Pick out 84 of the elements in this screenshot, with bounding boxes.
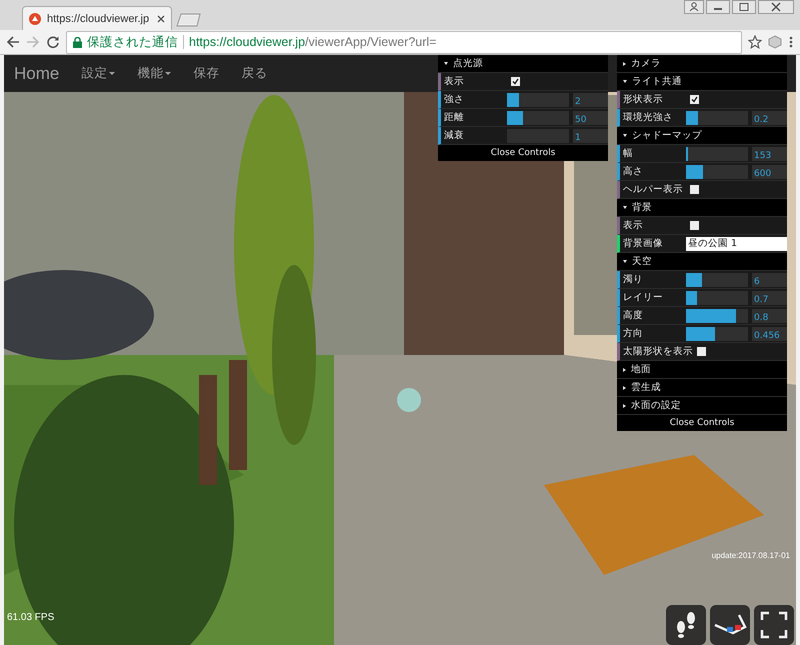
control-label: 減衰 [444,128,465,142]
checkbox[interactable] [511,77,520,86]
fullscreen-button[interactable] [754,605,794,645]
number-field[interactable]: 0.8 [752,308,787,322]
menu-item[interactable]: 機能 [137,65,172,82]
caret-icon [623,260,627,263]
number-field[interactable]: 0.7 [752,290,787,304]
control-label: ヘルパー表示 [623,182,684,196]
control-label: 形状表示 [623,92,664,106]
fps-counter: 61.03 FPS [7,612,54,623]
control-label: 方向 [623,326,644,340]
menu-item[interactable]: 設定 [81,65,116,82]
control-label: 濁り [623,272,644,286]
control-label: 環境光強さ [623,110,674,124]
control-label: 背景画像 [623,236,664,250]
slider[interactable] [686,308,748,322]
text-field[interactable]: 昼の公園 1 [686,236,787,250]
folder-title[interactable]: カメラ [617,55,787,73]
control-label: 表示 [444,74,465,88]
folder-title[interactable]: 地面 [617,361,787,379]
control-label: 距離 [444,110,465,124]
menu-item[interactable]: 保存 [193,65,220,82]
number-field[interactable]: 1 [573,128,608,142]
caret-icon [623,386,626,390]
menu-item[interactable]: 戻る [241,65,268,82]
caret-icon [623,368,626,372]
caret-icon [444,62,448,65]
folder-title[interactable]: 雲生成 [617,379,787,397]
slider[interactable] [507,110,569,124]
star-icon[interactable] [748,35,762,49]
user-icon[interactable] [684,0,704,14]
number-field[interactable]: 153 [752,146,787,160]
slider[interactable] [686,290,748,304]
number-field[interactable]: 0.2 [752,110,787,124]
control-label: 太陽形状を表示 [623,344,693,358]
control-label: 高度 [623,308,644,322]
extension-icon[interactable] [768,35,782,49]
number-field[interactable]: 6 [752,272,787,286]
number-field[interactable]: 2 [573,92,608,106]
menu-icon[interactable] [788,35,794,49]
lock-icon [73,36,82,48]
back-icon[interactable] [6,35,20,49]
control-label: 高さ [623,164,644,178]
3d-glasses-icon [713,613,747,637]
maximize-icon[interactable] [732,0,756,14]
cloud-logo-icon [29,12,41,24]
caret-icon [623,62,626,66]
number-field[interactable]: 50 [573,110,608,124]
control-label: 幅 [623,146,634,160]
close-icon[interactable] [157,14,165,22]
reload-icon[interactable] [46,35,60,49]
slider[interactable] [686,272,748,286]
checkbox[interactable] [690,95,699,104]
checkbox[interactable] [697,347,706,356]
caret-icon [623,404,626,408]
control-label: レイリー [623,290,664,304]
caret-icon [623,206,627,209]
close-icon[interactable] [758,0,794,14]
url-text: https://cloudviewer.jp/viewerApp/Viewer?url= [189,35,436,49]
home-link[interactable]: Home [14,64,60,84]
slider[interactable] [686,164,748,178]
slider[interactable] [686,146,748,160]
address-bar[interactable]: 保護された通信 https://cloudviewer.jp/viewerApp/Viewer?url= [66,30,742,54]
number-field[interactable]: 0.456 [752,326,787,340]
number-field[interactable]: 600 [752,164,787,178]
fullscreen-icon [760,611,788,639]
control-label: 表示 [623,218,644,232]
walk-button[interactable] [666,605,706,645]
caret-icon [623,134,627,137]
slider[interactable] [507,92,569,106]
browser-tab[interactable]: https://cloudviewer.jp [22,6,172,30]
update-label: update:2017.08.17-01 [712,551,790,560]
folder-title[interactable]: 水面の設定 [617,397,787,415]
slider[interactable] [686,110,748,124]
checkbox[interactable] [690,185,699,194]
secure-label: 保護された通信 [87,34,178,50]
close-controls-button[interactable]: Close Controls [617,415,787,431]
minimize-icon[interactable] [706,0,730,14]
caret-icon [623,80,627,83]
slider[interactable] [686,326,748,340]
close-controls-button[interactable]: Close Controls [438,145,608,161]
checkbox[interactable] [690,221,699,230]
control-label: 強さ [444,92,465,106]
3d-glasses-button[interactable] [710,605,750,645]
